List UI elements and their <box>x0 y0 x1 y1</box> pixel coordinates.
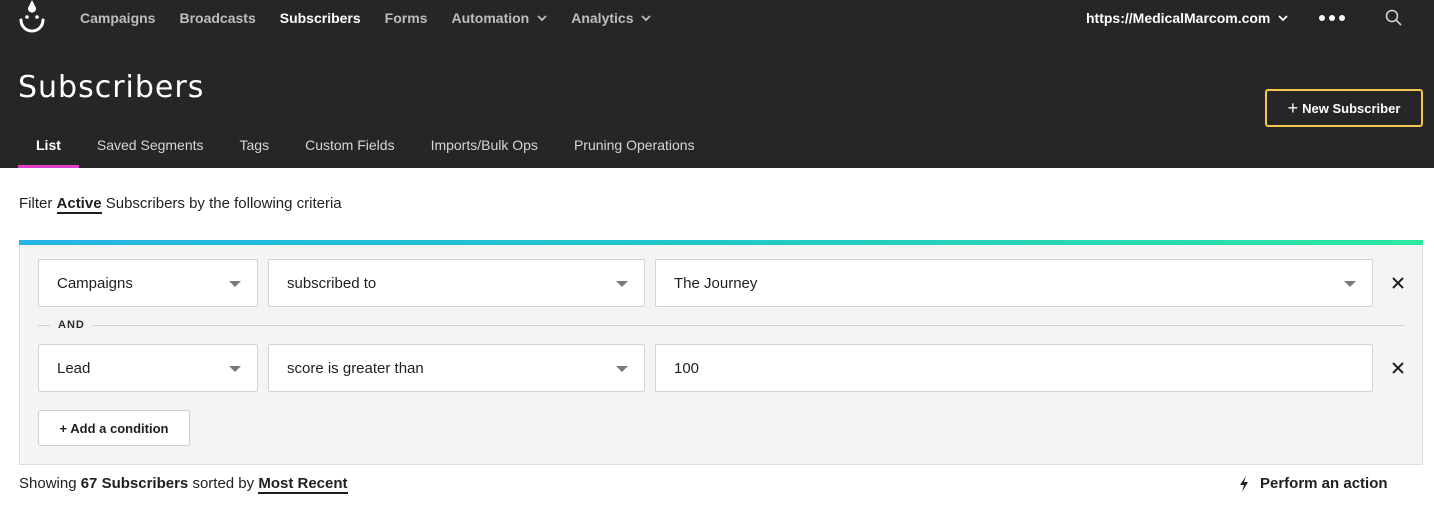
tab-tags[interactable]: Tags <box>222 122 288 168</box>
tab-label: Imports/Bulk Ops <box>430 137 538 153</box>
caret-down-icon <box>616 366 628 372</box>
tab-imports-bulk-ops[interactable]: Imports/Bulk Ops <box>413 122 556 168</box>
new-subscriber-button[interactable]: + New Subscriber <box>1265 89 1423 127</box>
tab-label: List <box>36 137 61 153</box>
condition-field-select[interactable]: Lead <box>38 344 258 392</box>
and-label: AND <box>58 319 85 331</box>
nav-item-forms[interactable]: Forms <box>385 10 428 26</box>
nav-item-campaigns[interactable]: Campaigns <box>80 10 155 26</box>
nav-item-automation[interactable]: Automation <box>451 10 547 26</box>
and-separator: AND <box>38 317 1404 333</box>
filter-conditions-panel: Campaigns subscribed to The Journey AND … <box>19 240 1423 465</box>
condition-operator-select[interactable]: subscribed to <box>268 259 645 307</box>
tab-label: Custom Fields <box>305 137 395 153</box>
close-icon[interactable] <box>1388 358 1408 378</box>
filter-suffix: Subscribers by the following criteria <box>105 195 342 212</box>
tab-list[interactable]: List <box>18 122 79 168</box>
results-summary: Showing 67 Subscribers sorted by Most Re… <box>19 475 348 494</box>
divider <box>38 324 50 326</box>
nav-label: Subscribers <box>279 10 361 26</box>
select-value: Lead <box>57 359 91 377</box>
plus-icon: + <box>1287 98 1299 118</box>
select-value: Campaigns <box>57 274 133 292</box>
tab-label: Saved Segments <box>96 137 204 153</box>
search-icon[interactable] <box>1384 8 1404 28</box>
select-value: score is greater than <box>287 359 424 377</box>
perform-action-button[interactable]: Perform an action <box>1238 475 1388 492</box>
results-middle: sorted by <box>192 475 255 492</box>
close-icon[interactable] <box>1388 273 1408 293</box>
chevron-down-icon <box>1278 15 1289 22</box>
divider <box>92 324 1404 326</box>
panel-accent-bar <box>19 240 1423 245</box>
filter-prefix: Filter <box>19 195 53 212</box>
add-condition-button[interactable]: + Add a condition <box>38 410 190 446</box>
tab-saved-segments[interactable]: Saved Segments <box>79 122 222 168</box>
select-value: subscribed to <box>287 274 377 292</box>
subscriber-count: 67 Subscribers <box>80 475 189 492</box>
tab-pruning-operations[interactable]: Pruning Operations <box>556 122 713 168</box>
nav-label: Analytics <box>571 10 634 26</box>
nav-item-analytics[interactable]: Analytics <box>571 10 652 26</box>
condition-operator-select[interactable]: score is greater than <box>268 344 645 392</box>
nav-label: Campaigns <box>80 10 156 26</box>
tab-custom-fields[interactable]: Custom Fields <box>287 122 412 168</box>
nav-label: Automation <box>451 10 530 26</box>
site-selector[interactable]: https://MedicalMarcom.com <box>1086 0 1289 36</box>
sort-order-link[interactable]: Most Recent <box>258 475 348 494</box>
site-url: https://MedicalMarcom.com <box>1086 10 1271 26</box>
main-nav: Campaigns Broadcasts Subscribers Forms A… <box>80 0 675 36</box>
filter-description: Filter Active Subscribers by the followi… <box>19 195 342 214</box>
caret-down-icon <box>616 281 628 287</box>
condition-value-input[interactable] <box>655 344 1373 392</box>
nav-label: Broadcasts <box>179 10 256 26</box>
results-prefix: Showing <box>19 475 77 492</box>
tab-label: Pruning Operations <box>573 137 695 153</box>
lightning-icon <box>1240 475 1248 492</box>
subscriber-tabs: List Saved Segments Tags Custom Fields I… <box>18 122 713 168</box>
select-value: The Journey <box>674 274 758 292</box>
perform-action-label: Perform an action <box>1260 475 1388 492</box>
app-logo-icon[interactable] <box>18 0 46 40</box>
page-title: Subscribers <box>18 70 205 105</box>
condition-field-select[interactable]: Campaigns <box>38 259 258 307</box>
chevron-down-icon <box>641 15 652 22</box>
caret-down-icon <box>1344 281 1356 287</box>
tab-label: Tags <box>239 137 270 153</box>
ellipsis-icon[interactable] <box>1318 8 1346 28</box>
nav-item-subscribers[interactable]: Subscribers <box>280 10 361 26</box>
condition-value-select[interactable]: The Journey <box>655 259 1373 307</box>
nav-item-broadcasts[interactable]: Broadcasts <box>179 10 255 26</box>
caret-down-icon <box>229 366 241 372</box>
status-filter-link[interactable]: Active <box>56 195 102 214</box>
chevron-down-icon <box>537 15 547 22</box>
new-subscriber-label: New Subscriber <box>1302 100 1401 116</box>
top-header: Campaigns Broadcasts Subscribers Forms A… <box>0 0 1434 168</box>
nav-label: Forms <box>384 10 428 26</box>
caret-down-icon <box>229 281 241 287</box>
